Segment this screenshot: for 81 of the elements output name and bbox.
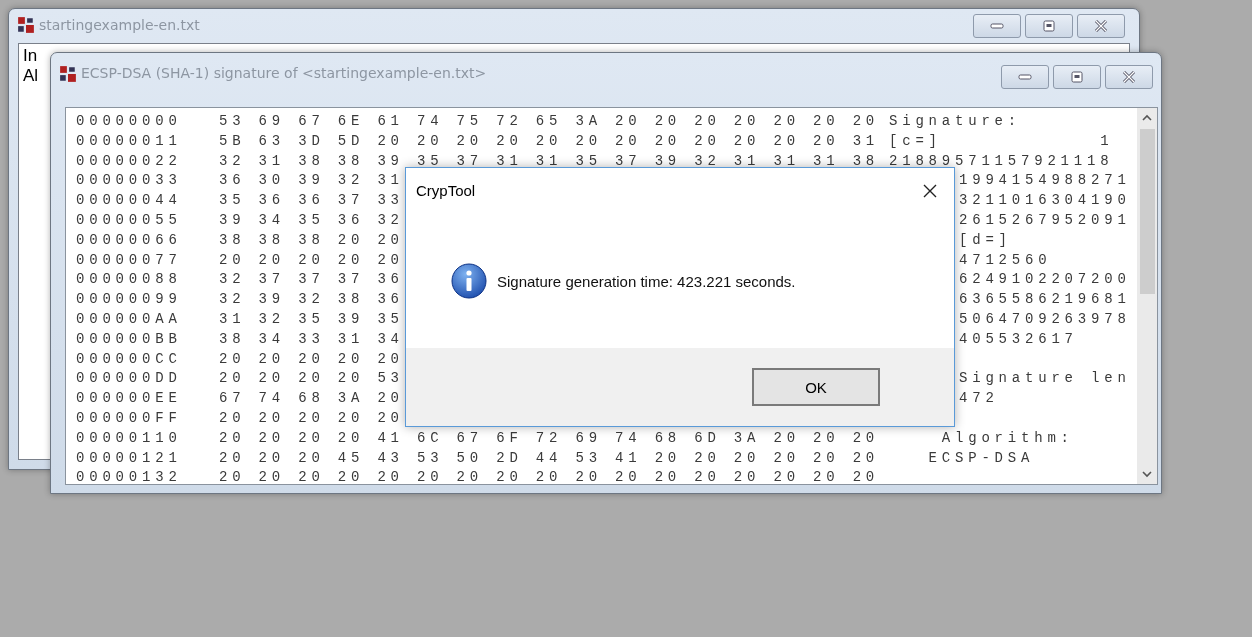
ascii-text: ECSP-DSA [927, 448, 1035, 468]
info-icon [451, 263, 487, 299]
close-icon[interactable] [922, 182, 938, 199]
app-icon [59, 65, 77, 83]
hex-bytes: 67 74 68 3A 20 [219, 389, 404, 409]
ascii-text: 1994154988271 [959, 171, 1131, 191]
hex-bytes: 35 36 36 37 33 [219, 191, 404, 211]
offset-text: 00000011 [76, 131, 182, 151]
maximize-icon [1043, 20, 1055, 32]
hex-bytes: 32 39 32 38 36 [219, 290, 404, 310]
ascii-text: 3211016304190 [959, 191, 1131, 211]
offset-text: 000000DD [76, 369, 182, 389]
hex-bytes: 39 34 35 36 32 [219, 211, 404, 230]
minimize-icon [990, 22, 1004, 30]
ascii-text: 5064709263978 [959, 309, 1131, 329]
hex-bytes: 20 20 20 20 53 [219, 369, 404, 389]
offset-text: 00000088 [76, 270, 182, 290]
dialog-title: CrypTool [416, 182, 476, 199]
offset-text: 00000044 [76, 191, 182, 211]
ascii-text: 472 [959, 389, 999, 409]
close-button[interactable] [1105, 65, 1153, 89]
maximize-button[interactable] [1025, 14, 1073, 38]
window-title: startingexample-en.txt [39, 17, 200, 33]
scroll-thumb[interactable] [1139, 129, 1155, 294]
ascii-text: Algorithm: [940, 428, 1074, 448]
minimize-button[interactable] [1001, 65, 1049, 89]
close-button[interactable] [1077, 14, 1125, 38]
hex-bytes: 20 20 20 20 41 6C 67 6F 72 69 74 68 6D 3A 20 20 20 [219, 428, 880, 448]
hex-bytes: 31 32 35 39 35 [219, 309, 404, 329]
ok-button[interactable]: OK [752, 368, 880, 406]
close-icon [1094, 20, 1108, 32]
offset-text: 000000FF [76, 408, 182, 428]
scroll-up-icon[interactable] [1142, 114, 1152, 121]
offset-text: 000000BB [76, 329, 182, 349]
ascii-text: 405532617 [959, 329, 1078, 349]
offset-text: 000000CC [76, 349, 182, 369]
offset-text: 00000055 [76, 211, 182, 230]
hex-bytes: 38 34 33 31 34 [219, 329, 404, 349]
ascii-text: 6249102207200 [959, 270, 1131, 290]
scroll-down-icon[interactable] [1142, 471, 1152, 478]
ascii-text: 4712560 [959, 250, 1052, 270]
text-line: Al [23, 66, 39, 86]
offset-text: 00000121 [76, 448, 182, 468]
hex-bytes: 20 20 20 45 43 53 50 2D 44 53 41 20 20 20 20 20 20 [219, 448, 880, 468]
hex-bytes: 53 69 67 6E 61 74 75 72 65 3A 20 20 20 20 20 20 20 [219, 112, 880, 131]
ascii-text: Signature: [889, 112, 1021, 131]
maximize-button[interactable] [1053, 65, 1101, 89]
minimize-button[interactable] [973, 14, 1021, 38]
offset-text: 000000EE [76, 389, 182, 409]
offset-text: 000000AA [76, 309, 182, 329]
offset-text: 00000022 [76, 151, 182, 171]
hex-bytes: 20 20 20 20 20 [219, 250, 404, 270]
ascii-text: [d=] [959, 230, 1012, 250]
offset-text: 00000066 [76, 230, 182, 250]
hex-bytes: 38 38 38 20 20 [219, 230, 404, 250]
hex-bytes: 5B 63 3D 5D 20 20 20 20 20 20 20 20 20 20 20 20 31 [219, 131, 880, 151]
offset-text: 00000077 [76, 250, 182, 270]
app-icon [17, 16, 35, 34]
hex-bytes: 20 20 20 20 20 [219, 408, 404, 428]
offset-text: 00000110 [76, 428, 182, 448]
ascii-text: [c=] 1 [889, 131, 1114, 151]
hex-bytes: 32 31 38 38 39 35 37 31 31 35 37 39 32 31 31 31 38 [219, 151, 880, 171]
hex-bytes: 20 20 20 20 20 [219, 349, 404, 369]
hex-bytes: 36 30 39 32 31 [219, 171, 404, 191]
message-text: Signature generation time: 423.221 seconds. [497, 272, 796, 290]
window-title: ECSP-DSA (SHA-1) signature of <startingexample-en.txt> [81, 65, 487, 81]
offset-text: 00000099 [76, 290, 182, 310]
ascii-text: 2615267952091 [959, 211, 1131, 230]
scrollbar[interactable] [1137, 108, 1157, 484]
hex-bytes: 20 20 20 20 20 20 20 20 20 20 20 20 20 20 20 20 20 [219, 468, 880, 484]
ascii-text: 6365586219681 [959, 290, 1131, 310]
maximize-icon [1071, 71, 1083, 83]
text-line: In [23, 46, 38, 66]
hex-bytes: 32 37 37 37 36 [219, 270, 404, 290]
ascii-text: 21889571157921118 [889, 151, 1114, 171]
minimize-icon [1018, 73, 1032, 81]
offset-text: 00000132 [76, 468, 182, 484]
close-icon [1122, 71, 1136, 83]
ascii-text: Signature len [959, 369, 1131, 389]
offset-text: 00000033 [76, 171, 182, 191]
offset-text: 00000000 [76, 112, 182, 131]
